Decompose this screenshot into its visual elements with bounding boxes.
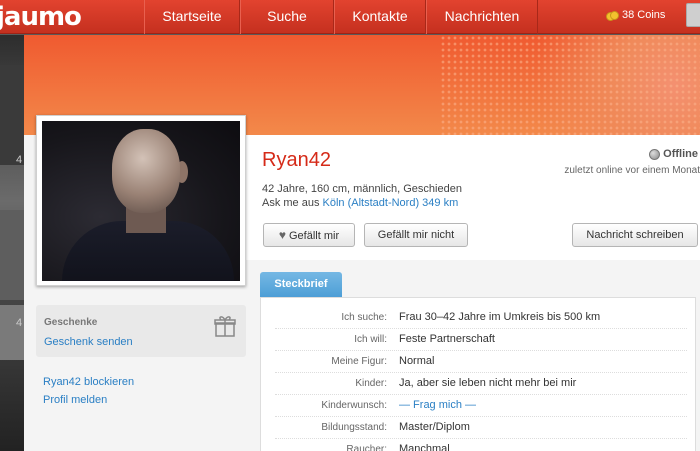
row-value: Master/Diplom <box>399 421 470 433</box>
coins-balance[interactable]: 38 Coins <box>606 9 665 21</box>
row-value: Normal <box>399 355 435 367</box>
row-key: Ich will: <box>354 334 387 345</box>
dislike-button[interactable]: Gefällt mir nicht <box>364 223 468 247</box>
profile-photo-image <box>42 121 240 281</box>
profile-row: Kinder: Ja, aber sie leben nicht mehr be… <box>275 374 687 395</box>
heart-icon: ♥ <box>278 228 286 242</box>
profile-info-section: Steckbrief Ich suche: Frau 30–42 Jahre i… <box>260 272 696 451</box>
last-online: zuletzt online vor einem Monat <box>564 165 700 176</box>
status-dot-icon <box>649 148 661 160</box>
profile-row: Kinderwunsch: — Frag mich — <box>275 396 687 417</box>
location-prefix: Ask me aus <box>262 197 320 209</box>
profile-row: Raucher: Manchmal <box>275 440 687 451</box>
row-key: Meine Figur: <box>331 356 387 367</box>
user-avatar[interactable] <box>686 3 700 27</box>
gifts-box: Geschenke Geschenk senden <box>36 305 246 357</box>
nav-startseite[interactable]: Startseite <box>144 0 240 34</box>
profile-location: Ask me aus Köln (Altstadt-Nord) 349 km <box>262 197 458 209</box>
nav-kontakte[interactable]: Kontakte <box>334 0 426 34</box>
row-value: Feste Partnerschaft <box>399 333 495 345</box>
gift-icon[interactable] <box>213 314 237 338</box>
background-number: 4 <box>16 154 23 166</box>
top-navbar: jaumo Startseite Suche Kontakte Nachrich… <box>0 0 700 34</box>
nav-suche[interactable]: Suche <box>240 0 334 34</box>
profile-photo[interactable] <box>36 115 246 286</box>
profile-row: Ich will: Feste Partnerschaft <box>275 330 687 351</box>
online-status: Offline <box>649 148 698 160</box>
background-card <box>0 210 24 300</box>
coins-label: 38 Coins <box>622 9 666 21</box>
background-card <box>0 65 24 165</box>
row-value: — Frag mich — <box>399 399 477 411</box>
banner-pattern <box>440 35 700 135</box>
report-profile-link[interactable]: Profil melden <box>43 394 107 406</box>
like-button-label: Gefällt mir <box>289 230 340 242</box>
photo-head <box>112 129 180 213</box>
coins-icon <box>606 10 619 21</box>
background-card <box>0 305 24 360</box>
background-number: 4 <box>16 317 23 329</box>
status-label: Offline <box>663 148 698 160</box>
profile-name: Ryan42 <box>262 149 331 171</box>
send-gift-link[interactable]: Geschenk senden <box>44 336 133 348</box>
profile-row: Ich suche: Frau 30–42 Jahre im Umkreis b… <box>275 308 687 329</box>
profile-header: Ryan42 Offline zuletzt online vor einem … <box>238 135 700 260</box>
block-user-link[interactable]: Ryan42 blockieren <box>43 376 134 388</box>
steckbrief-card: Ich suche: Frau 30–42 Jahre im Umkreis b… <box>260 297 696 451</box>
row-value: Manchmal <box>399 443 450 451</box>
row-key: Bildungsstand: <box>321 422 387 433</box>
background-overlay: 4 4 <box>0 35 24 451</box>
row-key: Kinderwunsch: <box>321 400 387 411</box>
main-nav: Startseite Suche Kontakte Nachrichten <box>144 0 538 34</box>
tab-steckbrief[interactable]: Steckbrief <box>260 272 342 297</box>
like-button[interactable]: ♥ Gefällt mir <box>263 223 355 247</box>
row-key: Raucher: <box>346 444 387 451</box>
row-key: Ich suche: <box>341 312 387 323</box>
profile-row: Meine Figur: Normal <box>275 352 687 373</box>
profile-row: Bildungsstand: Master/Diplom <box>275 418 687 439</box>
row-key: Kinder: <box>355 378 387 389</box>
send-message-button[interactable]: Nachricht schreiben <box>572 223 698 247</box>
gifts-title: Geschenke <box>44 317 98 328</box>
nav-nachrichten[interactable]: Nachrichten <box>426 0 538 34</box>
row-value: Ja, aber sie leben nicht mehr bei mir <box>399 377 577 389</box>
profile-details: 42 Jahre, 160 cm, männlich, Geschieden <box>262 183 462 195</box>
row-value: Frau 30–42 Jahre im Umkreis bis 500 km <box>399 311 601 323</box>
jaumo-logo[interactable]: jaumo <box>0 2 82 32</box>
location-link[interactable]: Köln (Altstadt-Nord) 349 km <box>323 197 459 209</box>
profile-panel: Ryan42 Offline zuletzt online vor einem … <box>24 35 700 451</box>
